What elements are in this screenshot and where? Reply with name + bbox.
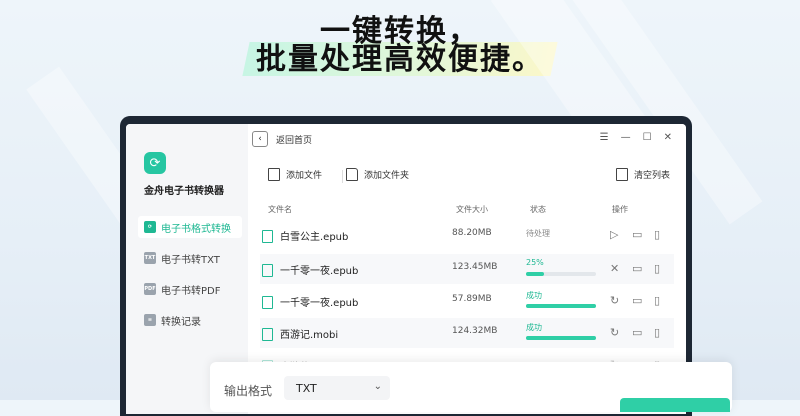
close-icon[interactable]: ✕ bbox=[664, 132, 672, 143]
title-bar: ‹ 返回首页 ☰ — ☐ ✕ bbox=[248, 124, 686, 154]
menu-icon[interactable]: ☰ bbox=[600, 132, 609, 143]
table-header: 文件名 文件大小 状态 操作 bbox=[260, 202, 674, 220]
history-icon: ≡ bbox=[144, 314, 156, 326]
file-icon bbox=[262, 230, 273, 243]
cancel-icon[interactable]: ✕ bbox=[610, 262, 619, 275]
sidebar-item-format-convert[interactable]: ⟳ 电子书格式转换 bbox=[138, 216, 242, 238]
progress-fill bbox=[526, 272, 544, 276]
add-file-button[interactable]: 添加文件 bbox=[268, 168, 322, 181]
txt-icon: TXT bbox=[144, 252, 156, 264]
add-file-label: 添加文件 bbox=[286, 171, 323, 181]
status-text: 成功 bbox=[526, 323, 542, 332]
sidebar-item-history[interactable]: ≡ 转换记录 bbox=[138, 309, 242, 331]
col-header-status: 状态 bbox=[530, 205, 546, 214]
file-icon bbox=[262, 328, 273, 341]
progress-bar bbox=[526, 272, 596, 276]
app-logo-icon: ⟳ bbox=[144, 152, 166, 174]
trash-icon[interactable]: ▯ bbox=[654, 228, 660, 241]
start-convert-button[interactable] bbox=[620, 398, 730, 412]
progress-bar bbox=[526, 336, 596, 340]
folder-icon[interactable]: ▭ bbox=[632, 228, 642, 241]
minimize-icon[interactable]: — bbox=[621, 132, 631, 143]
file-icon bbox=[262, 296, 273, 309]
trash-icon[interactable]: ▯ bbox=[654, 262, 660, 275]
retry-icon[interactable]: ↻ bbox=[610, 294, 619, 307]
table-row[interactable]: 一千零一夜.epub 123.45MB 25% ✕ ▭ ▯ bbox=[260, 254, 674, 284]
table-row[interactable]: 一千零一夜.epub 57.89MB 成功 ↻ ▭ ▯ bbox=[260, 286, 674, 316]
status-text: 待处理 bbox=[526, 229, 550, 238]
chevron-down-icon: ⌄ bbox=[373, 381, 382, 392]
output-format-select[interactable]: TXT ⌄ bbox=[284, 376, 390, 400]
col-header-name: 文件名 bbox=[268, 205, 292, 214]
window-controls: ☰ — ☐ ✕ bbox=[600, 132, 672, 143]
convert-icon: ⟳ bbox=[144, 221, 156, 233]
maximize-icon[interactable]: ☐ bbox=[643, 132, 652, 143]
trash-icon bbox=[616, 168, 628, 181]
folder-icon[interactable]: ▭ bbox=[632, 262, 642, 275]
folder-icon[interactable]: ▭ bbox=[632, 326, 642, 339]
progress-fill bbox=[526, 304, 596, 308]
trash-icon[interactable]: ▯ bbox=[654, 326, 660, 339]
file-size: 57.89MB bbox=[452, 294, 492, 304]
col-header-actions: 操作 bbox=[612, 205, 628, 214]
table-row[interactable]: 白雪公主.epub 88.20MB 待处理 ▷ ▭ ▯ bbox=[260, 220, 674, 250]
add-folder-button[interactable]: 添加文件夹 bbox=[346, 168, 409, 181]
progress-fill bbox=[526, 336, 596, 340]
progress-bar bbox=[526, 304, 596, 308]
file-name: 白雪公主.epub bbox=[280, 232, 349, 243]
file-name: 一千零一夜.epub bbox=[280, 298, 359, 309]
clear-list-button[interactable]: 清空列表 bbox=[616, 168, 670, 181]
back-label[interactable]: 返回首页 bbox=[276, 133, 312, 146]
add-folder-label: 添加文件夹 bbox=[364, 171, 410, 181]
output-format-panel: 输出格式 TXT ⌄ bbox=[210, 362, 732, 412]
col-header-size: 文件大小 bbox=[456, 205, 488, 214]
toolbar-divider bbox=[342, 170, 343, 183]
sidebar-item-label: 转换记录 bbox=[161, 316, 201, 328]
file-name: 西游记.mobi bbox=[280, 330, 339, 341]
output-format-value: TXT bbox=[296, 382, 317, 395]
file-icon bbox=[262, 264, 273, 277]
file-size: 88.20MB bbox=[452, 228, 492, 238]
output-format-label: 输出格式 bbox=[224, 384, 273, 398]
retry-icon[interactable]: ↻ bbox=[610, 326, 619, 339]
app-name: 金舟电子书转换器 bbox=[144, 186, 224, 197]
status-text: 成功 bbox=[526, 291, 542, 300]
pdf-icon: PDF bbox=[144, 283, 156, 295]
play-icon[interactable]: ▷ bbox=[610, 228, 618, 241]
headline-line2: 批量处理高效便捷。 bbox=[0, 34, 800, 78]
clear-list-label: 清空列表 bbox=[634, 171, 671, 181]
sidebar-item-label: 电子书格式转换 bbox=[161, 223, 231, 235]
sidebar-item-to-pdf[interactable]: PDF 电子书转PDF bbox=[138, 278, 242, 300]
sidebar-item-label: 电子书转PDF bbox=[161, 285, 221, 297]
add-file-icon bbox=[268, 168, 280, 181]
status-text: 25% bbox=[526, 258, 544, 267]
file-size: 124.32MB bbox=[452, 326, 498, 336]
headline-highlight: 批量处理高效便捷。 bbox=[246, 34, 554, 78]
chevron-left-icon: ‹ bbox=[258, 133, 262, 144]
file-size: 123.45MB bbox=[452, 262, 498, 272]
folder-icon[interactable]: ▭ bbox=[632, 294, 642, 307]
sidebar-item-label: 电子书转TXT bbox=[161, 254, 220, 266]
table-row[interactable]: 西游记.mobi 124.32MB 成功 ↻ ▭ ▯ bbox=[260, 318, 674, 348]
toolbar: 添加文件 添加文件夹 清空列表 bbox=[248, 168, 686, 186]
trash-icon[interactable]: ▯ bbox=[654, 294, 660, 307]
sidebar-item-to-txt[interactable]: TXT 电子书转TXT bbox=[138, 247, 242, 269]
add-folder-icon bbox=[346, 168, 358, 181]
file-name: 一千零一夜.epub bbox=[280, 266, 359, 277]
back-button[interactable]: ‹ bbox=[252, 131, 268, 147]
